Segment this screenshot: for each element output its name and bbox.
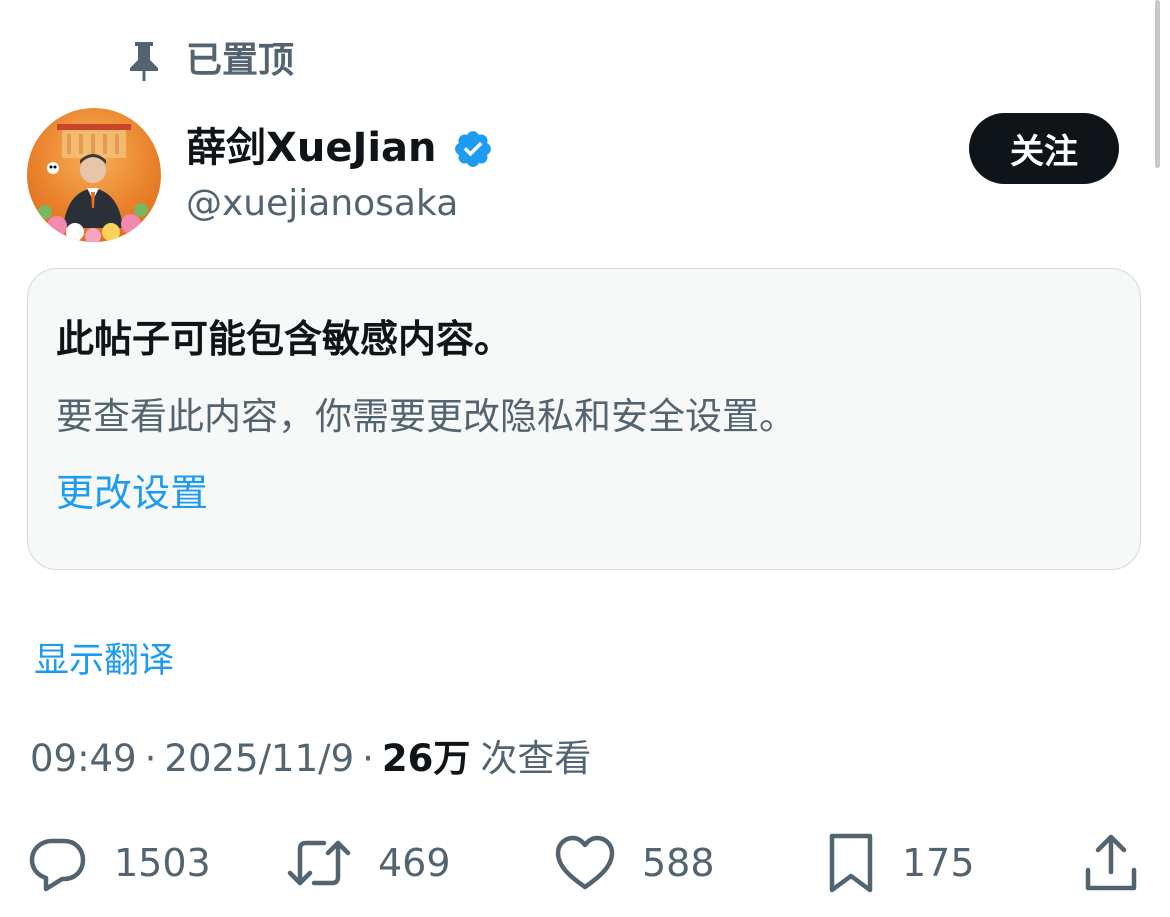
meta-separator: · bbox=[144, 737, 157, 780]
retweet-icon bbox=[286, 833, 352, 893]
heart-icon bbox=[554, 833, 616, 893]
notice-body: 要查看此内容，你需要更改隐私和安全设置。 bbox=[56, 395, 796, 438]
post-time[interactable]: 09:49 bbox=[30, 732, 137, 786]
meta-separator: · bbox=[362, 737, 374, 780]
display-name[interactable]: 薛剑XueJian bbox=[186, 120, 437, 176]
like-button[interactable]: 588 bbox=[554, 828, 715, 898]
like-count: 588 bbox=[642, 841, 715, 885]
share-icon bbox=[1082, 832, 1140, 894]
change-settings-link[interactable]: 更改设置 bbox=[56, 465, 208, 521]
show-translation-link[interactable]: 显示翻译 bbox=[34, 636, 174, 686]
post-date[interactable]: 2025/11/9 bbox=[164, 732, 354, 786]
reply-icon bbox=[28, 833, 88, 893]
avatar[interactable] bbox=[27, 108, 161, 242]
reply-button[interactable]: 1503 bbox=[28, 828, 211, 898]
verified-badge-icon bbox=[452, 128, 494, 170]
retweet-button[interactable]: 469 bbox=[286, 828, 451, 898]
notice-title: 此帖子可能包含敏感内容。 bbox=[56, 317, 513, 361]
retweet-count: 469 bbox=[378, 841, 451, 885]
bookmark-count: 175 bbox=[902, 841, 975, 885]
bookmark-icon bbox=[826, 832, 876, 894]
follow-button[interactable]: 关注 bbox=[969, 113, 1119, 184]
pinned-label: 已置顶 bbox=[186, 40, 295, 81]
author-handle[interactable]: @xuejianosaka bbox=[186, 178, 458, 230]
views-label: 次查看 bbox=[480, 737, 592, 780]
share-button[interactable] bbox=[1082, 828, 1140, 898]
reply-count: 1503 bbox=[114, 841, 211, 885]
pin-icon bbox=[126, 40, 162, 82]
post-meta: 09:49 · 2025/11/9 · 26万 次查看 bbox=[30, 732, 591, 786]
scrollbar[interactable] bbox=[1155, 0, 1160, 168]
views-count: 26万 bbox=[381, 737, 471, 780]
sensitive-content-notice: 此帖子可能包含敏感内容。 要查看此内容，你需要更改隐私和安全设置。 更改设置 bbox=[27, 268, 1141, 570]
bookmark-button[interactable]: 175 bbox=[826, 828, 975, 898]
